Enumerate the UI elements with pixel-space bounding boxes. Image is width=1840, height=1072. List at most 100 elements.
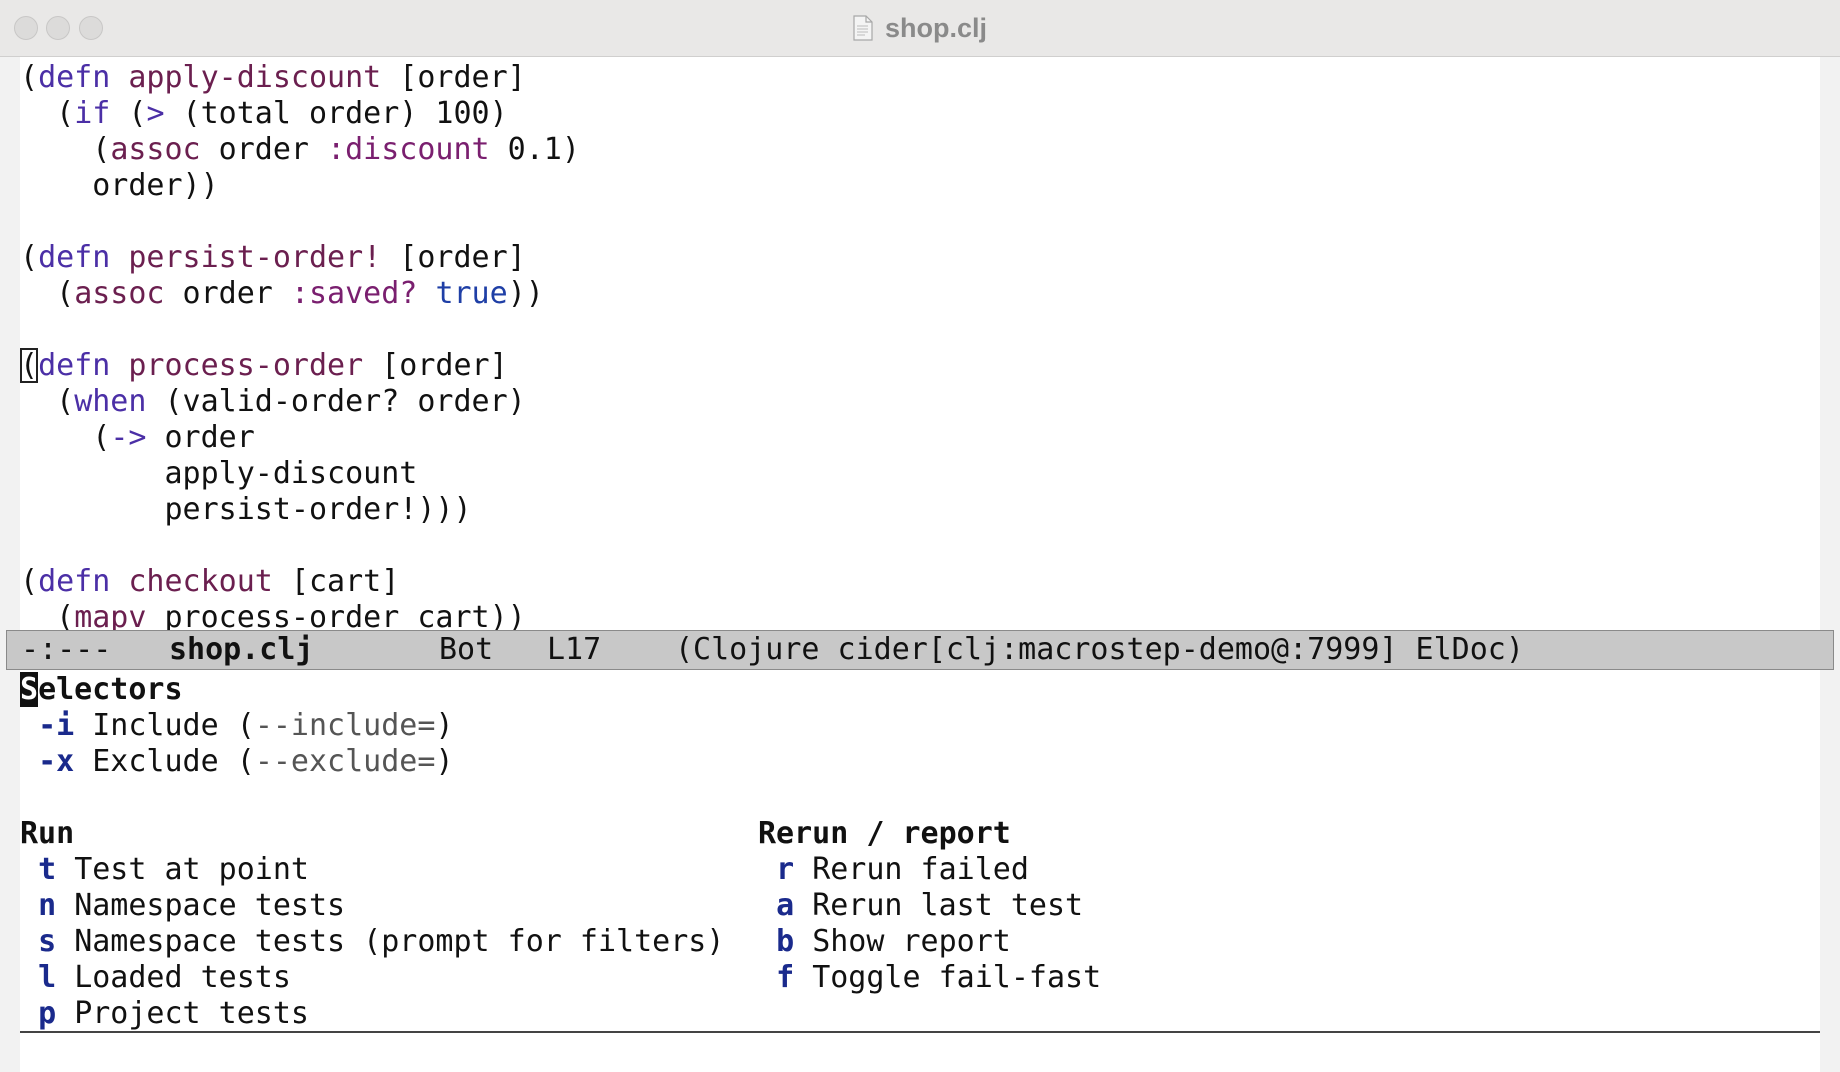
transient-item[interactable]: t Test at point	[20, 852, 309, 888]
transient-item[interactable]: n Namespace tests	[20, 888, 345, 924]
code-token: 0.1)	[489, 132, 580, 167]
code-line[interactable]	[20, 312, 1820, 348]
transient-label: Namespace tests (prompt for filters)	[74, 924, 725, 959]
rerun-report-heading: Rerun / report	[758, 816, 1011, 851]
modeline-position: Bot	[439, 632, 494, 667]
code-line[interactable]	[20, 204, 1820, 240]
code-token: [order]	[381, 240, 526, 275]
transient-item[interactable]: f Toggle fail-fast	[758, 960, 1101, 996]
code-token: ))	[507, 276, 544, 311]
code-token: defn	[38, 60, 111, 95]
code-line[interactable]: (defn apply-discount [order]	[20, 60, 1820, 96]
transient-key: l	[38, 960, 57, 995]
code-token: (	[20, 276, 75, 311]
code-token: (valid-order? order)	[146, 384, 526, 419]
transient-argument: --include=	[254, 708, 436, 743]
transient-label: Toggle fail-fast	[812, 960, 1102, 995]
transient-item[interactable]: -i Include (--include=)	[20, 708, 453, 744]
code-token: order	[200, 132, 328, 167]
code-token: (	[20, 564, 39, 599]
transient-argument: --exclude=	[254, 744, 436, 779]
transient-menu: Selectors -i Include (--include=) -x Exc…	[20, 670, 1820, 1032]
transient-label: Rerun last test	[812, 888, 1084, 923]
code-line[interactable]: (assoc order :saved? true))	[20, 276, 1820, 312]
code-token: [cart]	[272, 564, 400, 599]
code-token: (	[20, 240, 39, 275]
code-line[interactable]: (when (valid-order? order)	[20, 384, 1820, 420]
code-token: (	[20, 60, 39, 95]
modeline-status: -:---	[21, 632, 112, 667]
code-line[interactable]: (defn process-order [order]	[20, 348, 1820, 384]
code-token: assoc	[74, 276, 165, 311]
selectors-heading: Selectors	[20, 672, 183, 707]
code-line[interactable]: (defn persist-order! [order]	[20, 240, 1820, 276]
transient-item[interactable]: s Namespace tests (prompt for filters)	[20, 924, 724, 960]
transient-key: s	[38, 924, 57, 959]
transient-label: Project tests	[74, 996, 309, 1031]
transient-key: r	[776, 852, 795, 887]
code-token: persist-order!	[128, 240, 382, 275]
code-line[interactable]: (if (> (total order) 100)	[20, 96, 1820, 132]
transient-label: Loaded tests	[74, 960, 291, 995]
modeline-modes[interactable]: (Clojure cider[clj:macrostep-demo@:7999]…	[675, 631, 1524, 669]
code-token: :discount	[327, 132, 490, 167]
window-title-text: shop.clj	[884, 12, 987, 43]
code-token: (	[20, 420, 111, 455]
document-icon	[853, 15, 873, 41]
code-line[interactable]: apply-discount	[20, 456, 1820, 492]
transient-item[interactable]: p Project tests	[20, 996, 309, 1032]
code-line[interactable]: (mapv process-order cart))	[20, 600, 1820, 630]
code-token: order))	[20, 168, 219, 203]
transient-label: Include	[92, 708, 219, 743]
transient-label: Show report	[812, 924, 1011, 959]
code-token: (total order) 100)	[164, 96, 508, 131]
transient-key: t	[38, 852, 57, 887]
mode-line: -:--- shop.clj Bot L17 (Clojure cider[cl…	[6, 630, 1834, 670]
transient-item[interactable]: r Rerun failed	[758, 852, 1029, 888]
point-cursor: S	[20, 672, 39, 707]
code-token: (	[20, 600, 75, 630]
transient-key: -x	[38, 744, 75, 779]
transient-key: n	[38, 888, 57, 923]
code-token: >	[146, 96, 165, 131]
transient-key: f	[776, 960, 795, 995]
code-token: (	[20, 384, 75, 419]
code-token: :saved?	[290, 276, 418, 311]
code-token: when	[74, 384, 147, 419]
code-token: process-order cart))	[146, 600, 526, 630]
code-token: ->	[110, 420, 147, 455]
transient-key: p	[38, 996, 57, 1031]
code-line[interactable]	[20, 528, 1820, 564]
transient-separator	[20, 1031, 1820, 1033]
code-line[interactable]: (assoc order :discount 0.1)	[20, 132, 1820, 168]
code-token: order	[146, 420, 255, 455]
code-token: [order]	[381, 60, 526, 95]
code-token: defn	[38, 564, 111, 599]
code-token: process-order	[128, 348, 364, 383]
modeline-buffer-name[interactable]: shop.clj	[169, 631, 314, 669]
code-token: persist-order!)))	[20, 492, 472, 527]
code-line[interactable]: persist-order!)))	[20, 492, 1820, 528]
code-token: (	[110, 96, 147, 131]
code-line[interactable]: (-> order	[20, 420, 1820, 456]
transient-item[interactable]: a Rerun last test	[758, 888, 1083, 924]
window-title: shop.clj	[0, 0, 1840, 56]
transient-item[interactable]: b Show report	[758, 924, 1011, 960]
transient-label: Namespace tests	[74, 888, 346, 923]
code-line[interactable]: (defn checkout [cart]	[20, 564, 1820, 600]
transient-item[interactable]: -x Exclude (--exclude=)	[20, 744, 453, 780]
modeline-line-number: L17	[547, 632, 602, 667]
transient-label: Rerun failed	[812, 852, 1029, 887]
transient-item[interactable]: l Loaded tests	[20, 960, 291, 996]
code-token: defn	[38, 348, 111, 383]
code-token: defn	[38, 240, 111, 275]
code-line[interactable]: order))	[20, 168, 1820, 204]
code-editor[interactable]: (defn apply-discount [order] (if (> (tot…	[20, 60, 1820, 630]
transient-label: Test at point	[74, 852, 309, 887]
transient-key: a	[776, 888, 795, 923]
code-token: [order]	[363, 348, 508, 383]
